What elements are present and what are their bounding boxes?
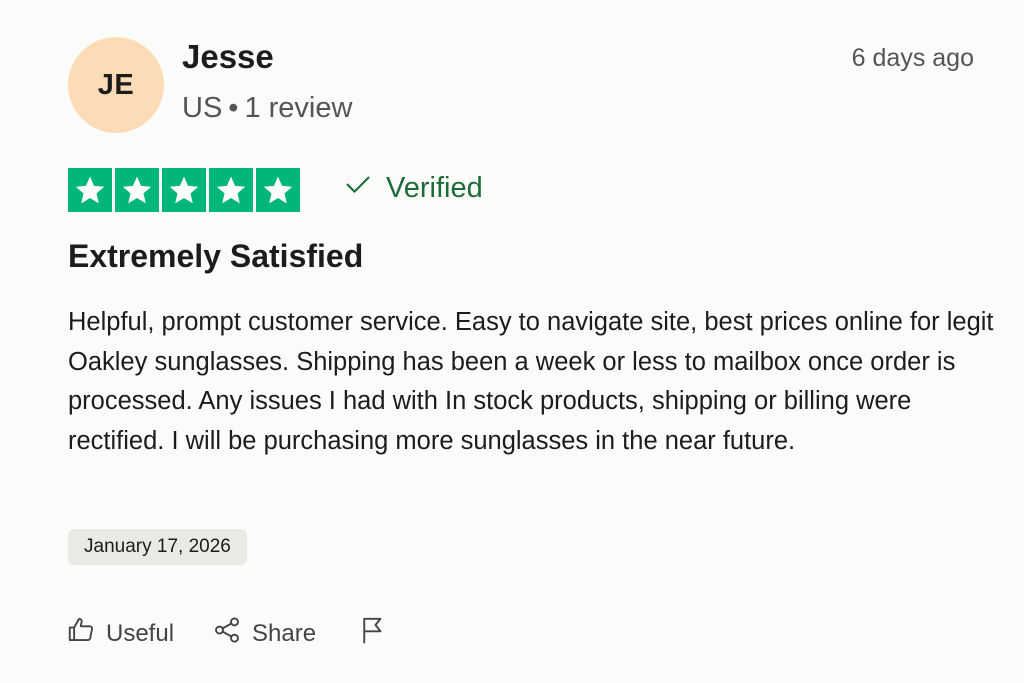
reviewer-country: US [182, 92, 223, 124]
experience-date-badge: January 17, 2026 [68, 529, 247, 565]
review-body: Helpful, prompt customer service. Easy t… [68, 308, 994, 455]
review-card: JE Jesse US • 1 review 6 days ago Verified… [0, 0, 1024, 683]
checkmark-icon [344, 170, 372, 206]
star-rating [68, 168, 300, 212]
star-icon [68, 168, 112, 212]
avatar[interactable]: JE [68, 37, 164, 133]
star-icon [162, 168, 206, 212]
verified-badge[interactable]: Verified [344, 170, 483, 206]
review-posted-ago: 6 days ago [851, 44, 974, 72]
report-button[interactable] [358, 615, 388, 652]
star-icon [115, 168, 159, 212]
star-icon [256, 168, 300, 212]
share-button[interactable]: Share [212, 615, 316, 652]
flag-icon [358, 615, 388, 652]
useful-label: Useful [106, 619, 175, 647]
reviewer-review-count[interactable]: 1 review [244, 92, 352, 124]
share-label: Share [252, 619, 317, 647]
review-actions: Useful Share [66, 615, 388, 652]
reviewer-meta: US • 1 review [182, 92, 352, 125]
star-icon [209, 168, 253, 212]
meta-separator: • [228, 92, 239, 124]
useful-button[interactable]: Useful [66, 615, 174, 652]
thumbs-up-icon [66, 615, 96, 652]
verified-label: Verified [386, 171, 483, 204]
share-icon [212, 615, 242, 652]
reviewer-name[interactable]: Jesse [182, 38, 274, 76]
review-title: Extremely Satisfied [68, 238, 364, 274]
